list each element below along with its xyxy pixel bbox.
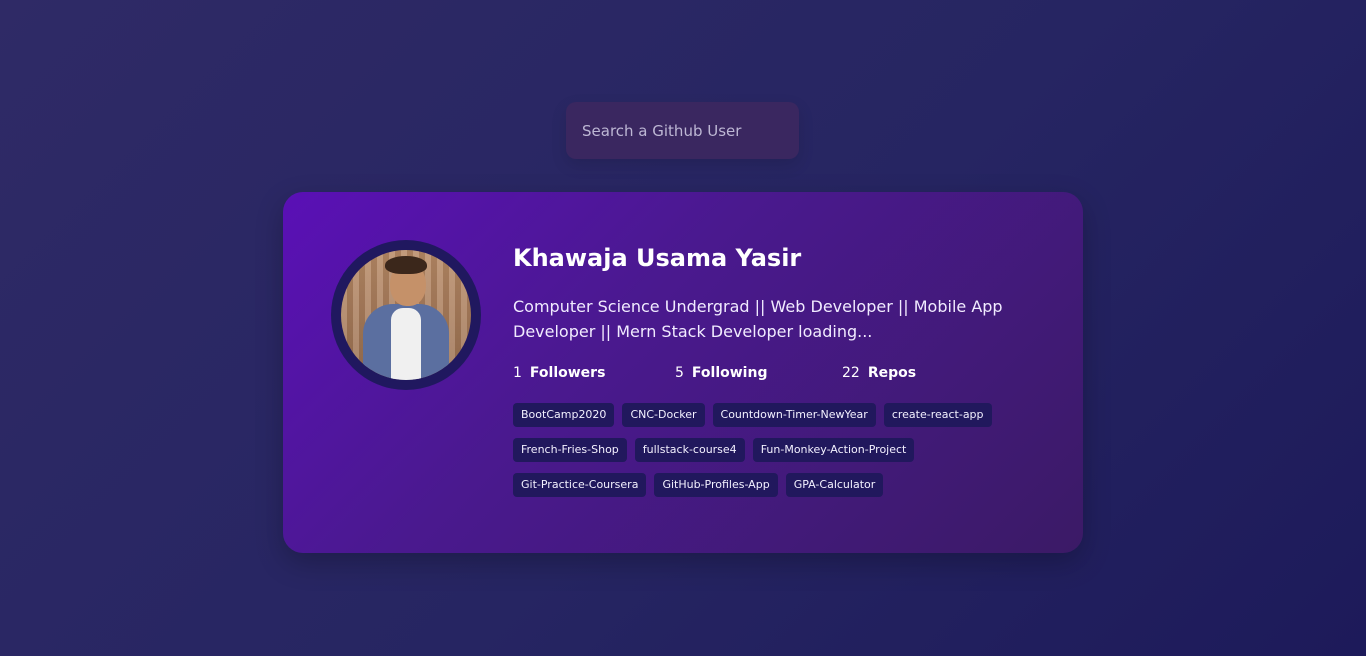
repo-link[interactable]: create-react-app (883, 403, 992, 427)
repo-link[interactable]: Countdown-Timer-NewYear (712, 403, 876, 427)
repos-stat: 22 Repos (842, 365, 916, 381)
repo-link[interactable]: GPA-Calculator (785, 473, 884, 497)
repos-count: 22 (842, 365, 860, 381)
avatar (341, 250, 471, 380)
following-count: 5 (675, 365, 684, 381)
repo-link[interactable]: GitHub-Profiles-App (654, 473, 778, 497)
repo-link[interactable]: BootCamp2020 (513, 403, 615, 427)
profile-bio: Computer Science Undergrad || Web Develo… (513, 297, 1003, 341)
followers-stat: 1 Followers (513, 365, 675, 381)
repo-link[interactable]: Git-Practice-Coursera (513, 473, 647, 497)
profile-card: Khawaja Usama Yasir Computer Science Und… (283, 192, 1083, 553)
search-input[interactable] (566, 102, 799, 159)
followers-count: 1 (513, 365, 522, 381)
repo-list: BootCamp2020 CNC-Docker Countdown-Timer-… (513, 403, 1033, 497)
repo-link[interactable]: CNC-Docker (622, 403, 705, 427)
profile-name: Khawaja Usama Yasir (513, 244, 802, 272)
profile-stats: 1 Followers 5 Following 22 Repos (513, 365, 1033, 381)
repos-label: Repos (867, 365, 917, 381)
repo-link[interactable]: Fun-Monkey-Action-Project (752, 438, 915, 462)
repo-link[interactable]: fullstack-course4 (634, 438, 745, 462)
search-container (566, 102, 799, 159)
repo-link[interactable]: French-Fries-Shop (513, 438, 627, 462)
avatar-ring (331, 240, 481, 390)
profile-info: Khawaja Usama Yasir Computer Science Und… (513, 242, 1033, 497)
following-label: Following (691, 365, 768, 381)
avatar-hair (385, 256, 427, 274)
following-stat: 5 Following (675, 365, 842, 381)
avatar-shirt (391, 308, 421, 380)
followers-label: Followers (529, 365, 606, 381)
